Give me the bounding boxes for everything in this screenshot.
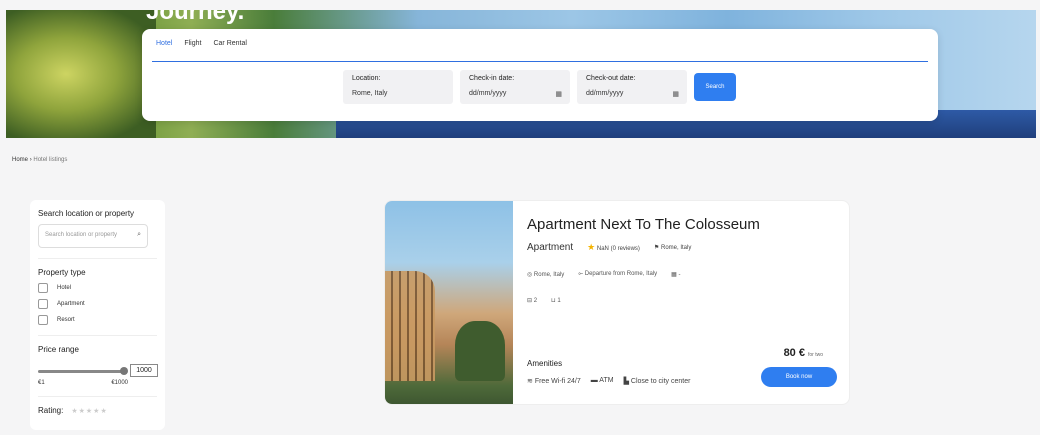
checkbox-hotel[interactable] <box>38 283 48 293</box>
listing-type: Apartment <box>527 242 574 253</box>
star-icon: ★ <box>587 242 596 252</box>
tab-car-rental[interactable]: Car Rental <box>213 40 246 47</box>
pin-icon: ◎ <box>527 272 533 278</box>
departure-icon: ⟜ <box>578 271 584 277</box>
search-icon: ⌕ <box>137 231 141 238</box>
property-type-heading: Property type <box>38 268 86 277</box>
type-hotel-row[interactable]: Hotel <box>38 283 157 293</box>
bath-icon: ⊔ <box>551 298 556 304</box>
listing-location: Rome, Italy <box>660 245 692 251</box>
location-field[interactable]: Location: Rome, Italy <box>343 70 453 104</box>
amenity-center: ▙ Close to city center <box>624 377 691 385</box>
atm-icon: ▬ <box>590 377 598 384</box>
tab-underline <box>152 61 928 62</box>
slider-thumb[interactable] <box>120 367 128 375</box>
property-search-input[interactable]: Search location or property ⌕ <box>38 224 148 248</box>
filter-sidebar: Search location or property Search locat… <box>30 200 165 430</box>
baths-count: 1 <box>557 298 561 304</box>
baths-group: ⊔ 1 <box>551 297 561 304</box>
type-hotel-label: Hotel <box>57 285 72 291</box>
breadcrumb-current: Hotel listings <box>33 157 68 163</box>
listing-photo <box>385 201 513 404</box>
hero-foliage <box>6 10 156 138</box>
type-apartment-label: Apartment <box>57 301 85 307</box>
book-now-button[interactable]: Book now <box>761 367 837 387</box>
price-group: 80 € for two <box>784 347 823 359</box>
tab-hotel[interactable]: Hotel <box>156 40 172 47</box>
search-tabs: Hotel Flight Car Rental <box>156 40 247 47</box>
price-max-input[interactable]: 1000 <box>130 364 158 377</box>
amenity-wifi-label: Free Wi-fi 24/7 <box>534 378 581 385</box>
price-range-labels: €1 €1000 <box>38 380 128 386</box>
beds-group: ⊟ 2 <box>527 297 537 304</box>
checkin-field[interactable]: Check-in date: dd/mm/yyyy ▦ <box>460 70 570 104</box>
beds-count: 2 <box>533 298 538 304</box>
colosseum-shape <box>385 271 435 381</box>
checkout-label: Check-out date: <box>586 75 636 82</box>
price-value: 80 € <box>783 347 805 359</box>
amenity-atm-label: ATM <box>599 377 614 384</box>
divider <box>38 335 157 336</box>
listing-card: Apartment Next To The Colosseum Apartmen… <box>384 200 850 405</box>
bed-icon: ⊟ <box>527 298 533 304</box>
search-heading: Search location or property <box>38 209 135 218</box>
amenity-center-label: Close to city center <box>630 378 691 385</box>
tab-flight[interactable]: Flight <box>184 40 201 47</box>
departure-group: ⟜ Departure from Rome, Italy <box>578 271 657 278</box>
amenity-wifi: ≋ Free Wi-fi 24/7 <box>527 377 581 385</box>
wifi-icon: ≋ <box>527 378 533 385</box>
tree-shape <box>455 321 505 381</box>
price-range-heading: Price range <box>38 345 79 354</box>
amenity-atm: ▬ ATM <box>591 377 614 385</box>
checkbox-apartment[interactable] <box>38 299 48 309</box>
search-card: Hotel Flight Car Rental Location: Rome, … <box>142 29 938 121</box>
date-group: ▦ - <box>671 271 680 278</box>
listing-meta: Apartment ★ NaN (0 reviews) ⚑ Rome, Ital… <box>527 242 691 253</box>
listing-rooms: ⊟ 2 ⊔ 1 <box>527 297 561 304</box>
checkin-value: dd/mm/yyyy <box>469 90 507 97</box>
breadcrumb: Home › Hotel listings <box>12 157 67 163</box>
calendar-icon[interactable]: ▦ <box>555 90 562 98</box>
price-min-label: €1 <box>38 380 45 386</box>
search-button[interactable]: Search <box>694 73 736 101</box>
rating-label: Rating: <box>38 406 64 415</box>
price-note: for two <box>807 352 823 358</box>
rating-value: NaN <box>596 246 609 252</box>
slider-track <box>38 370 124 373</box>
checkin-label: Check-in date: <box>469 75 515 82</box>
checkbox-resort[interactable] <box>38 315 48 325</box>
listing-title: Apartment Next To The Colosseum <box>527 216 760 233</box>
breadcrumb-separator: › <box>29 157 32 163</box>
price-max-label: €1000 <box>111 380 128 386</box>
rating-group: ★ NaN (0 reviews) <box>587 242 640 253</box>
type-resort-label: Resort <box>57 317 75 323</box>
checkout-field[interactable]: Check-out date: dd/mm/yyyy ▦ <box>577 70 687 104</box>
amenities-list: ≋ Free Wi-fi 24/7 ▬ ATM ▙ Close to city … <box>527 377 690 385</box>
type-apartment-row[interactable]: Apartment <box>38 299 157 309</box>
departure-text: Departure from Rome, Italy <box>584 271 658 277</box>
building-icon: ▙ <box>623 378 629 385</box>
rating-filter: Rating: ★★★★★ <box>38 406 157 415</box>
reviews-count: (0 reviews) <box>610 246 640 252</box>
location-label: Location: <box>352 75 381 82</box>
divider <box>38 258 157 259</box>
type-resort-row[interactable]: Resort <box>38 315 157 325</box>
location-value: Rome, Italy <box>352 90 388 97</box>
location-group: ⚑ Rome, Italy <box>654 244 691 251</box>
divider <box>38 396 157 397</box>
rating-stars[interactable]: ★★★★★ <box>71 407 107 415</box>
amenities-heading: Amenities <box>527 359 563 368</box>
date-text: - <box>678 272 681 278</box>
calendar-icon: ▦ <box>671 272 677 278</box>
search-placeholder: Search location or property <box>45 232 118 238</box>
checkout-value: dd/mm/yyyy <box>586 90 624 97</box>
pin-group: ◎ Rome, Italy <box>527 271 564 278</box>
breadcrumb-home[interactable]: Home <box>12 157 28 163</box>
flag-icon: ⚑ <box>653 245 660 251</box>
listing-location-2: Rome, Italy <box>533 272 565 278</box>
calendar-icon[interactable]: ▦ <box>672 90 679 98</box>
listing-details: ◎ Rome, Italy ⟜ Departure from Rome, Ita… <box>527 271 680 278</box>
hero-title: Journey. <box>146 10 245 25</box>
price-slider[interactable]: 1000 <box>38 364 158 378</box>
